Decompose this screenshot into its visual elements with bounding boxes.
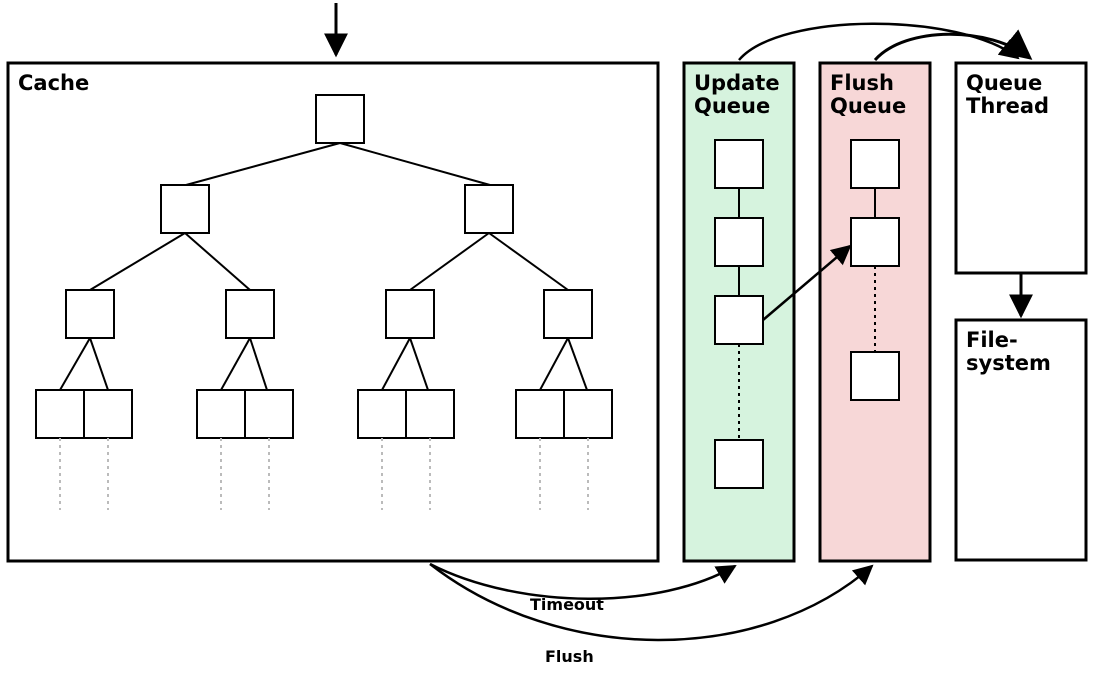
architecture-diagram: Cache xyxy=(0,0,1109,688)
flush-queue-label-1: Flush xyxy=(830,71,894,95)
filesystem-label-2: system xyxy=(966,351,1051,375)
arrow-flushqueue-to-queuethread xyxy=(875,34,1030,60)
queue-thread-label-1: Queue xyxy=(966,71,1042,95)
flush-queue-box xyxy=(820,63,930,561)
timeout-label: Timeout xyxy=(530,595,604,614)
flush-queue-label-2: Queue xyxy=(830,94,906,118)
update-queue-label-1: Update xyxy=(694,71,780,95)
cache-label: Cache xyxy=(18,71,89,95)
arrow-cache-to-flushqueue xyxy=(430,564,872,640)
update-queue-label-2: Queue xyxy=(694,94,770,118)
queue-thread-label-2: Thread xyxy=(966,94,1049,118)
filesystem-label-1: File- xyxy=(966,328,1018,352)
flush-label: Flush xyxy=(545,647,594,666)
